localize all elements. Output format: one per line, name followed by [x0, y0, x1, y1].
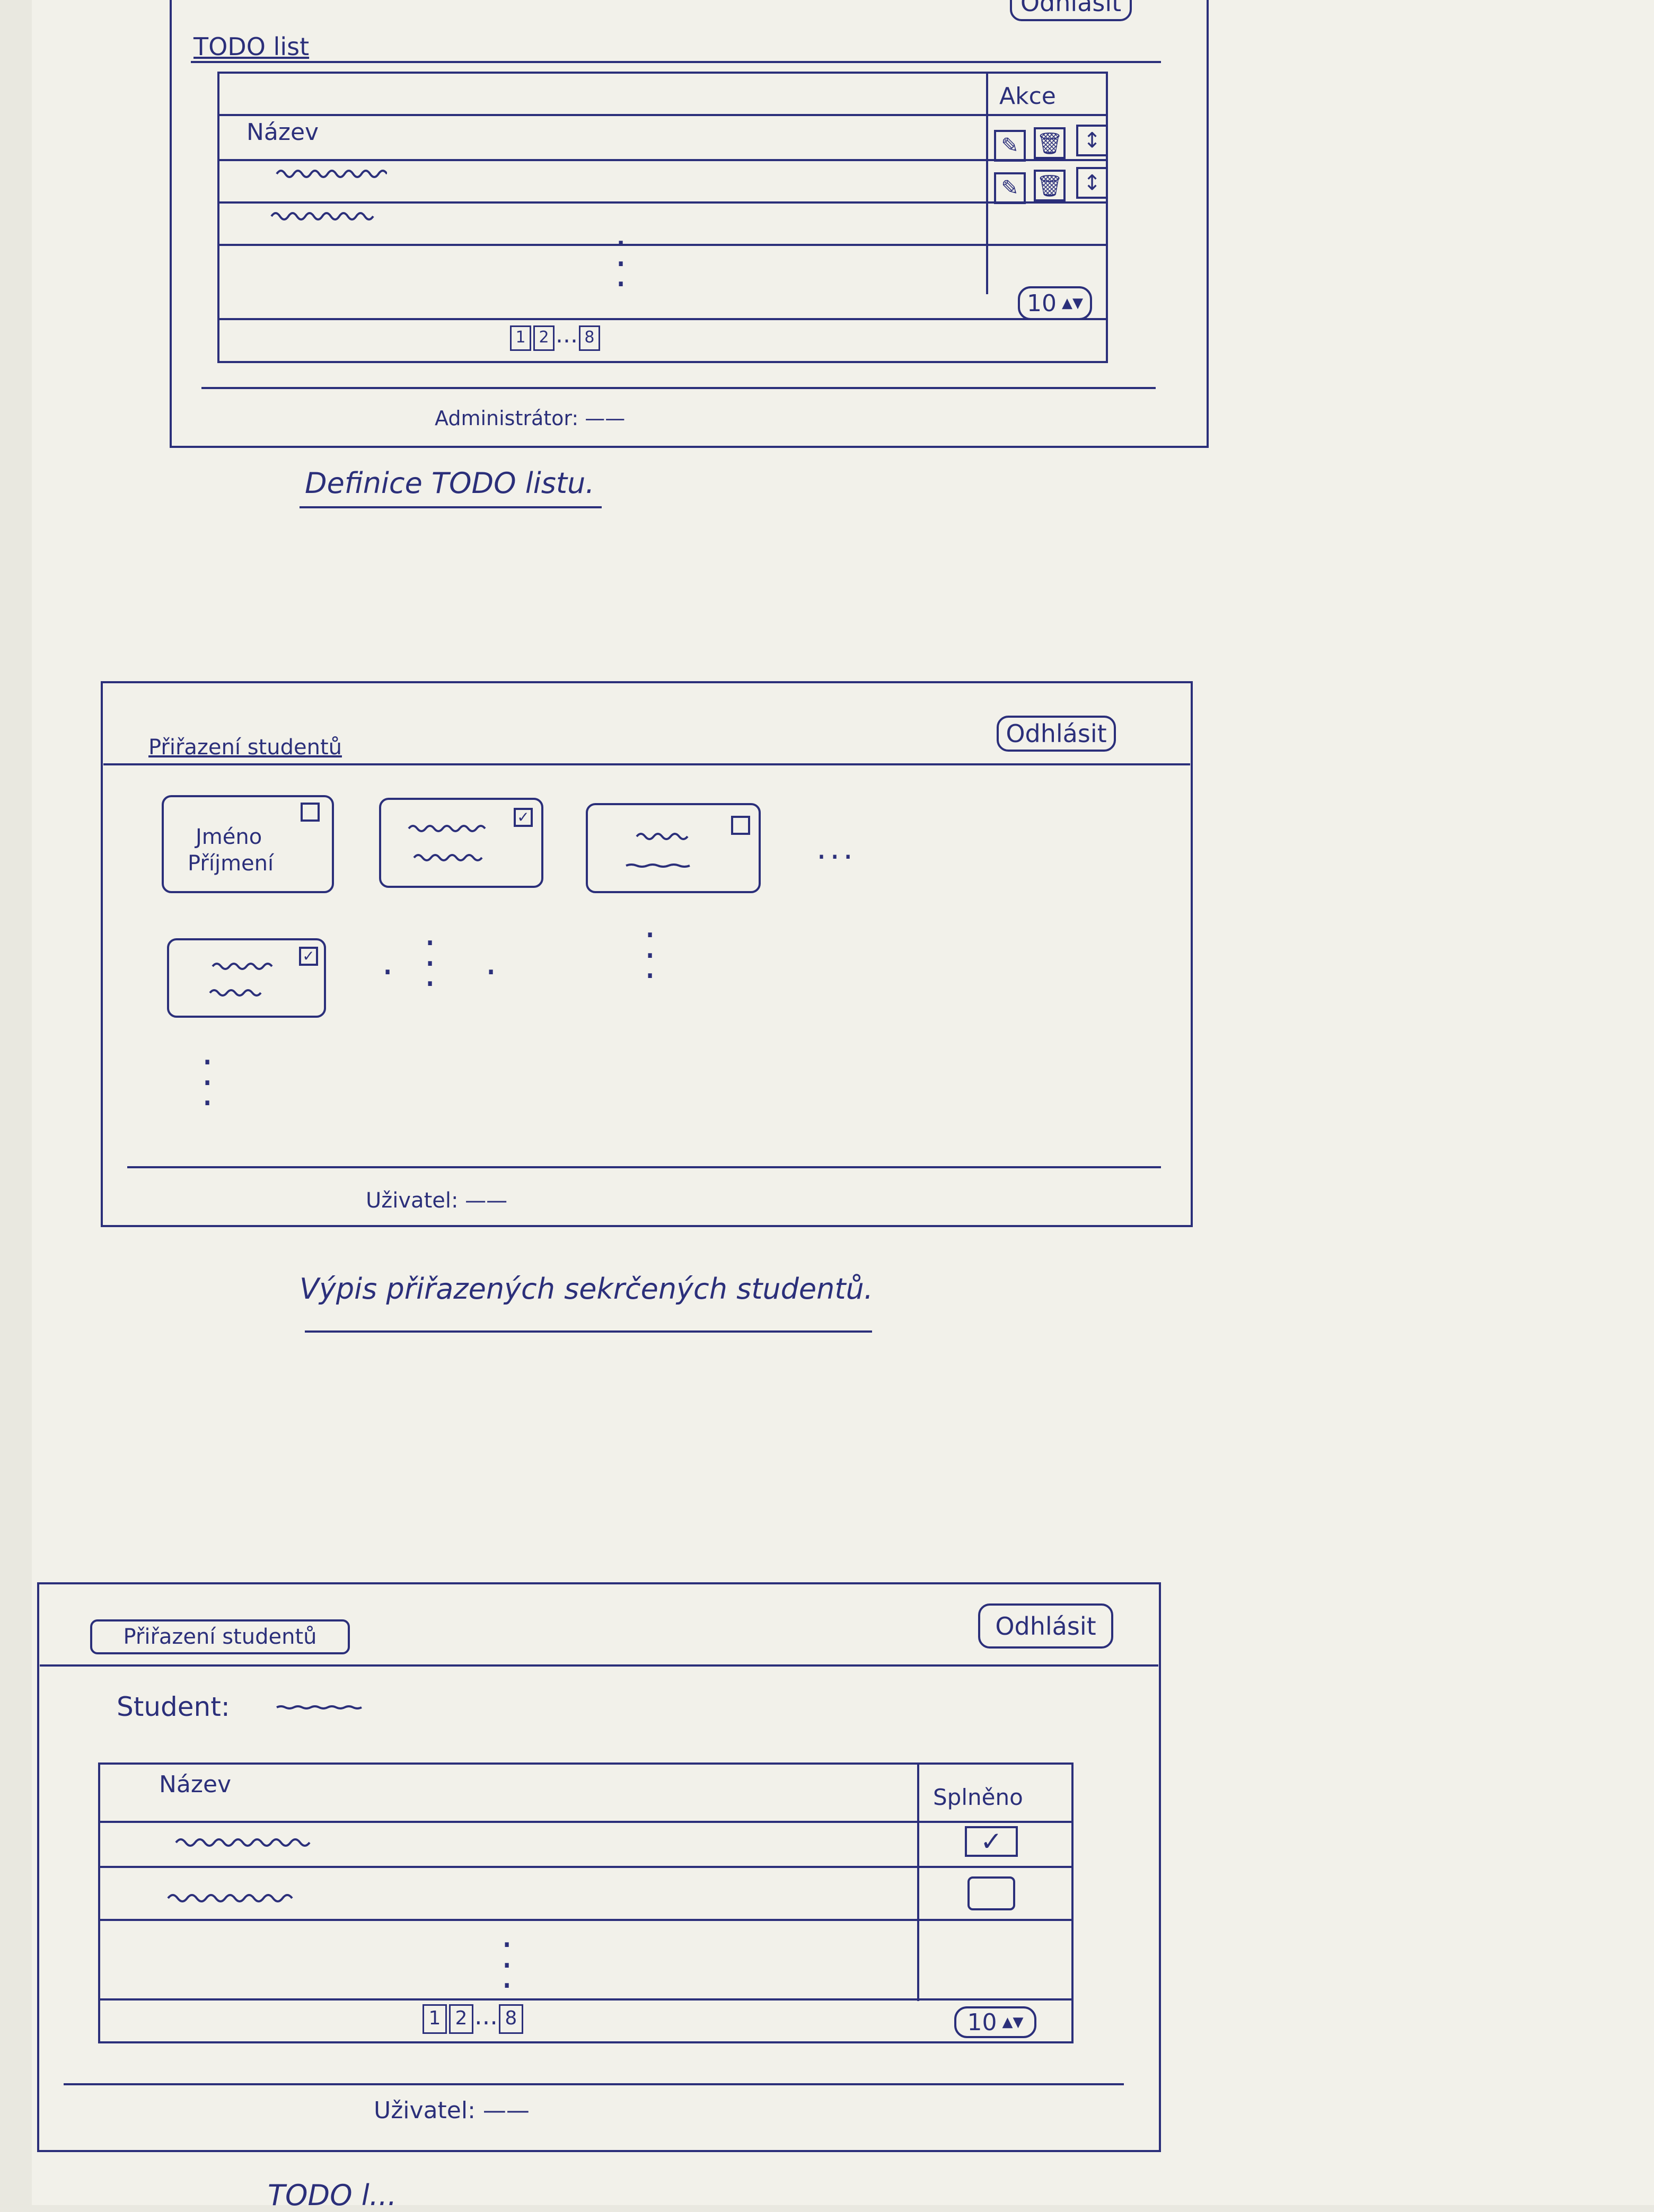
caption-underline	[300, 506, 602, 508]
student-card[interactable]: ✓	[379, 798, 543, 888]
select-checkbox[interactable]	[731, 816, 750, 835]
caption-underline	[305, 1330, 872, 1333]
more-cards-dots: · · ·	[644, 913, 656, 998]
page-button[interactable]: 1	[510, 325, 531, 351]
surname-placeholder	[626, 863, 690, 868]
table-footer-line	[217, 318, 1108, 320]
page-button[interactable]: 8	[498, 2004, 523, 2034]
reorder-icon[interactable]: ↕	[1076, 167, 1108, 199]
footer-user: Administrátor: ——	[435, 407, 626, 430]
pagination[interactable]: 1 2... 8	[509, 323, 601, 351]
sketch-caption: TODO l...	[268, 2179, 397, 2212]
row-divider	[98, 1866, 1074, 1868]
column-header-name: Název	[247, 119, 319, 146]
more-cards-dots: ·	[382, 950, 394, 994]
column-header-actions: Akce	[999, 83, 1056, 110]
logout-button[interactable]: Odhlásit	[1010, 0, 1132, 21]
page-size-stepper[interactable]: 10 ▲▼	[954, 2006, 1036, 2038]
student-card[interactable]	[586, 803, 761, 893]
more-cards-dots: ·	[485, 950, 497, 994]
page-size-value: 10	[967, 2008, 997, 2036]
page-title: Přiřazení studentů	[148, 735, 342, 760]
page-button[interactable]: 2	[449, 2004, 473, 2034]
pagination-ellipsis: ...	[556, 321, 578, 348]
student-first-name: Jméno	[196, 825, 262, 849]
edit-icon[interactable]: ✎	[994, 130, 1026, 162]
student-label: Student:	[117, 1691, 230, 1722]
sketch-caption: Výpis přiřazených sekrčených studentů.	[300, 1272, 873, 1306]
footer-user: Uživatel: ——	[366, 1188, 508, 1213]
student-last-name: Příjmení	[188, 851, 274, 876]
student-card[interactable]: ✓	[167, 938, 326, 1018]
tab-assigned-students[interactable]: Přiřazení studentů	[90, 1619, 350, 1654]
student-card[interactable]: Jméno Příjmení	[162, 795, 334, 893]
select-checkbox[interactable]	[301, 803, 320, 822]
select-checkbox[interactable]: ✓	[514, 808, 533, 827]
stepper-arrows-icon: ▲▼	[1002, 2014, 1024, 2030]
row-divider	[217, 201, 1108, 204]
done-column-divider	[917, 1762, 919, 2001]
pagination-ellipsis: ...	[474, 2002, 498, 2030]
logout-label: Odhlásit	[995, 1611, 1096, 1641]
student-name-placeholder	[276, 1705, 362, 1709]
row-divider	[217, 159, 1108, 161]
row-divider	[98, 1919, 1074, 1921]
page-button[interactable]: 2	[533, 325, 555, 351]
name-placeholder	[636, 833, 689, 840]
footer-divider	[127, 1166, 1161, 1168]
name-placeholder	[175, 1838, 311, 1847]
page-button[interactable]: 8	[578, 325, 600, 351]
logout-label: Odhlásit	[1006, 719, 1107, 748]
header-divider	[191, 61, 1161, 63]
table-footer-line	[98, 1998, 1074, 2001]
more-cards-dots: · · ·	[424, 921, 436, 1006]
reorder-icon[interactable]: ↕	[1076, 125, 1108, 156]
actions-column-divider	[986, 72, 988, 294]
edit-icon[interactable]: ✎	[994, 172, 1026, 204]
stepper-arrows-icon: ▲▼	[1062, 295, 1083, 311]
column-header-done: Splněno	[933, 1784, 1023, 1810]
done-checkbox[interactable]: ✓	[965, 1826, 1018, 1857]
name-placeholder	[276, 170, 387, 178]
page-size-value: 10	[1027, 289, 1057, 317]
footer-divider	[201, 387, 1156, 389]
footer-divider	[64, 2083, 1124, 2085]
more-rows-dots: · · ·	[615, 222, 627, 306]
more-cards-dots: · · ·	[201, 1041, 214, 1125]
table-header-line	[98, 1821, 1074, 1823]
more-cards-ellipsis: ...	[816, 830, 857, 867]
surname-placeholder	[209, 989, 262, 997]
header-divider	[40, 1664, 1158, 1667]
header-divider	[103, 763, 1190, 765]
tab-label: Přiřazení studentů	[123, 1625, 317, 1649]
trash-icon[interactable]: 🗑	[1034, 170, 1066, 201]
more-rows-dots: · · ·	[501, 1923, 513, 2007]
done-checkbox[interactable]	[967, 1876, 1015, 1910]
pagination[interactable]: 1 2... 8	[421, 2004, 524, 2034]
name-placeholder	[167, 1894, 293, 1902]
logout-button[interactable]: Odhlásit	[978, 1603, 1113, 1649]
name-placeholder	[270, 212, 374, 221]
page-button[interactable]: 1	[423, 2004, 447, 2034]
logout-button[interactable]: Odhlásit	[997, 716, 1116, 752]
row-divider	[217, 244, 1108, 246]
page-size-stepper[interactable]: 10 ▲▼	[1018, 286, 1092, 320]
column-header-name: Název	[159, 1771, 232, 1798]
trash-icon[interactable]: 🗑	[1034, 127, 1066, 159]
sketch-caption: Definice TODO listu.	[305, 466, 595, 500]
name-placeholder	[212, 963, 273, 970]
table-header-line	[217, 114, 1108, 116]
surname-placeholder	[413, 854, 483, 861]
page-title: TODO list	[193, 32, 310, 61]
logout-label: Odhlásit	[1020, 0, 1122, 17]
footer-user: Uživatel: ——	[374, 2097, 530, 2124]
select-checkbox[interactable]: ✓	[299, 947, 318, 966]
name-placeholder	[408, 825, 486, 832]
